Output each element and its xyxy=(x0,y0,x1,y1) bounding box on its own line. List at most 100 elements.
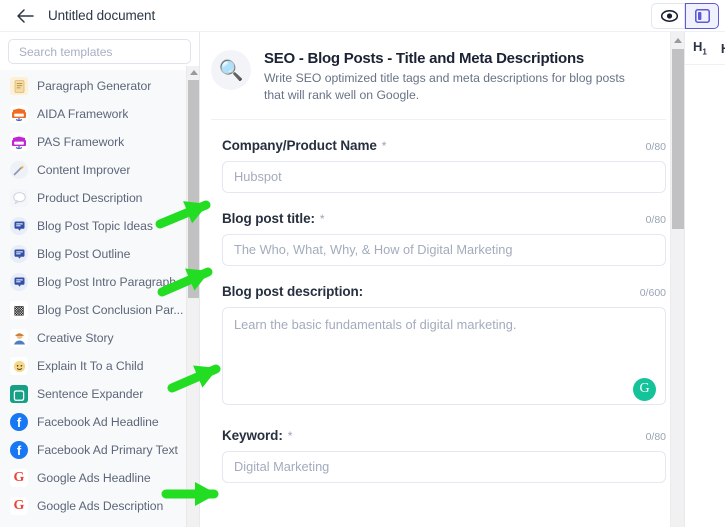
character-counter: 0/80 xyxy=(645,213,666,226)
character-counter: 0/600 xyxy=(639,286,666,299)
field-label: Company/Product Name xyxy=(222,137,377,153)
field-company-product-name: Company/Product Name * 0/80 xyxy=(222,138,666,193)
back-arrow-icon[interactable] xyxy=(14,5,36,27)
sidebar-item-label: Facebook Ad Primary Text xyxy=(37,443,178,457)
baby-icon xyxy=(10,357,28,375)
sidebar-item-label: PAS Framework xyxy=(37,135,125,149)
template-list[interactable]: Paragraph Generator AIDA Framework PAS Fra… xyxy=(0,70,199,527)
field-blog-post-description: Blog post description: 0/600 G xyxy=(222,284,666,410)
document-title[interactable]: Untitled document xyxy=(48,8,155,23)
field-label: Keyword: xyxy=(222,427,283,443)
template-description: Write SEO optimized title tags and meta … xyxy=(264,71,625,103)
sidebar-scrollbar-thumb[interactable] xyxy=(188,80,199,298)
sidebar-item-product-description[interactable]: Product Description xyxy=(0,184,199,212)
search-templates-input[interactable] xyxy=(8,39,191,64)
sidebar-item-label: Google Ads Description xyxy=(37,499,164,513)
facebook-icon: f xyxy=(10,441,28,459)
sidebar-item-label: AIDA Framework xyxy=(37,107,129,121)
main-scrollbar[interactable] xyxy=(670,32,684,527)
editor-canvas[interactable] xyxy=(685,65,725,527)
field-keyword: Keyword: * 0/80 xyxy=(222,428,666,483)
sidebar-item-blog-post-conclusion-par[interactable]: ▩ Blog Post Conclusion Par... xyxy=(0,296,199,324)
template-header: 🔍 SEO - Blog Posts - Title and Meta Desc… xyxy=(211,32,666,120)
split-panel-icon xyxy=(694,8,710,23)
sidebar-item-label: Content Improver xyxy=(37,163,131,177)
sidebar-item-facebook-ad-headline[interactable]: f Facebook Ad Headline xyxy=(0,408,199,436)
field-label-row: Company/Product Name * 0/80 xyxy=(222,138,666,153)
character-counter: 0/80 xyxy=(645,140,666,153)
expand-icon: ▢ xyxy=(10,385,28,403)
blog-comment-icon xyxy=(10,273,28,291)
sidebar-item-label: Product Description xyxy=(37,191,143,205)
editor-button-label: H xyxy=(721,41,725,56)
aida-icon xyxy=(10,105,28,123)
magic-wand-icon xyxy=(10,161,28,179)
blog-post-title-input[interactable] xyxy=(222,233,666,266)
speech-bubble-icon xyxy=(10,189,28,207)
search-container xyxy=(0,32,199,70)
sidebar-item-google-ads-description[interactable]: G Google Ads Description xyxy=(0,492,199,520)
main-body: Paragraph Generator AIDA Framework PAS Fra… xyxy=(0,32,725,527)
app-root: Untitled document Search templates Parag… xyxy=(0,0,725,527)
sidebar-item-sentence-expander[interactable]: ▢ Sentence Expander xyxy=(0,380,199,408)
grammarly-icon[interactable]: G xyxy=(633,377,656,401)
sidebar-item-label: Facebook Ad Headline xyxy=(37,415,159,429)
heading-1-button[interactable]: H1 xyxy=(693,39,707,57)
required-asterisk: * xyxy=(381,138,387,153)
sidebar-item-label: Creative Story xyxy=(37,331,114,345)
form-fields: Company/Product Name*0/80Blog post title… xyxy=(200,120,684,511)
heading-2-button[interactable]: H xyxy=(721,41,725,56)
blog-comment-icon xyxy=(10,217,28,235)
field-label: Blog post title: xyxy=(222,210,315,226)
sidebar-item-label: Sentence Expander xyxy=(37,387,144,401)
sidebar-item-label: Blog Post Topic Ideas xyxy=(37,219,153,233)
sidebar-item-blog-post-intro-paragraph[interactable]: Blog Post Intro Paragraph xyxy=(0,268,199,296)
google-icon: G xyxy=(10,497,28,515)
blog-comment-icon xyxy=(10,245,28,263)
sidebar-item-explain-it-to-a-child[interactable]: Explain It To a Child xyxy=(0,352,199,380)
sidebar-item-paragraph-generator[interactable]: Paragraph Generator xyxy=(0,72,199,100)
google-icon: G xyxy=(10,469,28,487)
sidebar-scrollbar[interactable] xyxy=(186,66,199,527)
topbar-actions xyxy=(651,2,719,29)
required-asterisk: * xyxy=(287,428,293,443)
eye-icon xyxy=(660,10,678,22)
split-panel-toggle-button[interactable] xyxy=(685,2,719,29)
company-product-name-input[interactable] xyxy=(222,160,666,193)
sidebar-item-creative-story[interactable]: Creative Story xyxy=(0,324,199,352)
field-label: Blog post description: xyxy=(222,283,364,299)
sidebar-item-pas-framework[interactable]: PAS Framework xyxy=(0,128,199,156)
sidebar-item-blog-post-topic-ideas[interactable]: Blog Post Topic Ideas xyxy=(0,212,199,240)
sidebar-item-label: Paragraph Generator xyxy=(37,79,152,93)
template-header-text: SEO - Blog Posts - Title and Meta Descri… xyxy=(264,50,634,105)
editor-toolbar: H1 H xyxy=(685,32,725,65)
sidebar-item-google-ads-headline[interactable]: G Google Ads Headline xyxy=(0,464,199,492)
document-editor-pane: H1 H xyxy=(685,32,725,527)
pas-icon xyxy=(10,133,28,151)
field-label-row: Blog post description: 0/600 xyxy=(222,284,666,299)
scroll-icon xyxy=(10,77,28,95)
required-asterisk: * xyxy=(319,211,325,226)
sidebar-item-label: Blog Post Intro Paragraph xyxy=(37,275,176,289)
sidebar-item-blog-post-outline[interactable]: Blog Post Outline xyxy=(0,240,199,268)
top-bar: Untitled document xyxy=(0,0,725,32)
main-scroll-up-arrow-icon[interactable] xyxy=(671,34,684,46)
preview-toggle-button[interactable] xyxy=(651,2,685,29)
sidebar-item-facebook-ad-primary-text[interactable]: f Facebook Ad Primary Text xyxy=(0,436,199,464)
artist-icon xyxy=(10,329,28,347)
template-form-pane: 🔍 SEO - Blog Posts - Title and Meta Desc… xyxy=(200,32,685,527)
character-counter: 0/80 xyxy=(645,430,666,443)
field-blog-post-title: Blog post title: * 0/80 xyxy=(222,211,666,266)
editor-button-sublabel: 1 xyxy=(702,47,707,57)
checkered-flag-icon: ▩ xyxy=(10,301,28,319)
textarea-wrapper: G xyxy=(222,306,666,410)
sidebar-item-label: Google Ads Headline xyxy=(37,471,151,485)
sidebar-item-label: Blog Post Outline xyxy=(37,247,131,261)
scroll-up-arrow-icon[interactable] xyxy=(187,66,200,78)
sidebar-item-content-improver[interactable]: Content Improver xyxy=(0,156,199,184)
keyword-input[interactable] xyxy=(222,450,666,483)
facebook-icon: f xyxy=(10,413,28,431)
sidebar-item-aida-framework[interactable]: AIDA Framework xyxy=(0,100,199,128)
blog-post-description-textarea[interactable] xyxy=(222,306,666,405)
main-scrollbar-thumb[interactable] xyxy=(672,49,684,229)
